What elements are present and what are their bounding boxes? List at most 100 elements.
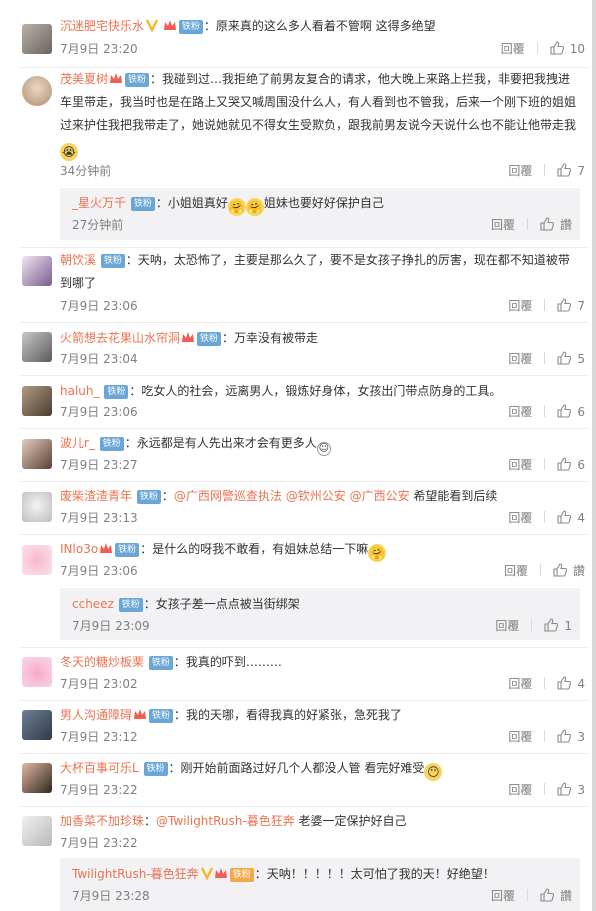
- like-button[interactable]: 3: [557, 780, 585, 800]
- comment-meta: 7月9日 23:02 回覆 4: [60, 674, 585, 694]
- reply-button[interactable]: 回覆: [504, 561, 528, 581]
- comment-text: ：原来真的这么多人看着不管啊 这得多绝望: [203, 19, 436, 33]
- comment-meta: 7月9日 23:06 回覆 7: [60, 296, 585, 316]
- crown-icon: [181, 327, 195, 342]
- like-button[interactable]: 1: [544, 616, 572, 636]
- comment-meta: 7月9日 23:22: [60, 833, 585, 853]
- username[interactable]: 茂美夏树: [60, 72, 108, 86]
- like-button[interactable]: 5: [557, 349, 585, 369]
- timestamp: 7月9日 23:13: [60, 511, 138, 525]
- thumbs-up-icon: [557, 676, 572, 690]
- comment-text: ：我真的吓到………: [173, 655, 282, 669]
- reply-button[interactable]: 回覆: [491, 215, 515, 235]
- timestamp: 7月9日 23:22: [60, 836, 138, 850]
- fan-badge: 铁粉: [149, 709, 174, 723]
- reply-button[interactable]: 回覆: [508, 296, 532, 316]
- like-button[interactable]: 讚: [553, 561, 585, 581]
- fan-badge: 铁粉: [197, 332, 222, 346]
- thumbs-up-icon: [557, 351, 572, 365]
- username[interactable]: 火箭想去花果山水帘洞: [60, 331, 180, 345]
- avatar[interactable]: [22, 763, 52, 793]
- avatar[interactable]: [22, 545, 52, 575]
- username[interactable]: INlo3o: [60, 542, 98, 556]
- reply-button[interactable]: 回覆: [508, 674, 532, 694]
- avatar[interactable]: [22, 332, 52, 362]
- fan-badge: 铁粉: [118, 598, 143, 612]
- comment-text: ：是什么的呀我不敢看，有姐妹总结一下嘛: [140, 542, 369, 556]
- avatar[interactable]: [22, 492, 52, 522]
- username[interactable]: 沉迷肥宅快乐水: [60, 19, 144, 33]
- like-button[interactable]: 10: [550, 39, 585, 59]
- fan-badge: 铁粉: [100, 254, 125, 268]
- timestamp: 7月9日 23:02: [60, 677, 138, 691]
- reply-button[interactable]: 回覆: [508, 349, 532, 369]
- like-button[interactable]: 讚: [540, 886, 572, 906]
- comment-meta: 7月9日 23:06 回覆 6: [60, 402, 585, 422]
- avatar[interactable]: [22, 386, 52, 416]
- timestamp: 7月9日 23:04: [60, 352, 138, 366]
- crown-icon: [163, 15, 177, 30]
- like-button[interactable]: 6: [557, 455, 585, 475]
- reply-username[interactable]: _星火万千: [72, 196, 126, 210]
- avatar[interactable]: [22, 24, 52, 54]
- reply-button[interactable]: 回覆: [508, 727, 532, 747]
- comment-meta: 7月9日 23:20 回覆 10: [60, 39, 585, 59]
- avatar[interactable]: [22, 816, 52, 846]
- comment-meta: 7月9日 23:13 回覆 4: [60, 508, 585, 528]
- username[interactable]: 朝饮溪: [60, 253, 96, 267]
- reply-button[interactable]: 回覆: [495, 616, 519, 636]
- hug-emoji-icon: 🤗: [227, 198, 246, 216]
- like-button[interactable]: 3: [557, 727, 585, 747]
- reply-button[interactable]: 回覆: [491, 886, 515, 906]
- username[interactable]: 男人沟通障碍: [60, 708, 132, 722]
- comment-text: ：万幸没有被带走: [222, 331, 319, 345]
- mention-link[interactable]: @钦州公安: [286, 489, 346, 503]
- timestamp: 34分钟前: [60, 164, 112, 178]
- like-button[interactable]: 4: [557, 674, 585, 694]
- fan-badge: 铁粉: [130, 197, 155, 211]
- avatar[interactable]: [22, 710, 52, 740]
- timestamp: 27分钟前: [72, 218, 124, 232]
- like-button[interactable]: 7: [557, 161, 585, 181]
- thumbs-up-icon: [557, 298, 572, 312]
- thumbs-up-icon: [557, 729, 572, 743]
- avatar[interactable]: [22, 256, 52, 286]
- like-button[interactable]: 6: [557, 402, 585, 422]
- avatar[interactable]: [22, 439, 52, 469]
- reply-button[interactable]: 回覆: [508, 161, 532, 181]
- hug-emoji-icon: 🤗: [245, 198, 264, 216]
- thumbs-up-icon: [553, 563, 567, 577]
- like-button[interactable]: 7: [557, 296, 585, 316]
- reply-button[interactable]: 回覆: [508, 455, 532, 475]
- avatar[interactable]: [22, 657, 52, 687]
- comment-meta: 7月9日 23:22 回覆 3: [60, 780, 585, 800]
- mention-link[interactable]: @广西网警巡查执法: [174, 489, 282, 503]
- username[interactable]: 冬天的糖炒板栗: [60, 655, 144, 669]
- reply-text: ：女孩子差一点点被当街绑架: [143, 597, 300, 611]
- mention-link[interactable]: @广西公安: [350, 489, 410, 503]
- reply-button[interactable]: 回覆: [501, 39, 525, 59]
- reply-meta: 27分钟前 回覆 讚: [72, 215, 572, 235]
- username[interactable]: 波儿r_: [60, 436, 95, 450]
- thumbs-up-icon: [557, 782, 572, 796]
- reply-button[interactable]: 回覆: [508, 508, 532, 528]
- reply-button[interactable]: 回覆: [508, 402, 532, 422]
- sad-emoji-icon: 😶: [424, 763, 443, 781]
- fan-badge: 铁粉: [148, 656, 173, 670]
- comment-text: ：吃女人的社会，远离男人，锻炼好身体，女孩出门带点防身的工具。: [129, 384, 502, 398]
- timestamp: 7月9日 23:06: [60, 564, 138, 578]
- username[interactable]: 废柴渣渣青年: [60, 489, 132, 503]
- username[interactable]: 加香菜不加珍珠: [60, 814, 144, 828]
- mention-link[interactable]: @TwilightRush-暮色狂奔: [156, 814, 295, 828]
- username[interactable]: 大杯百事可乐L: [60, 761, 139, 775]
- avatar[interactable]: [22, 76, 52, 106]
- like-button[interactable]: 讚: [540, 215, 572, 235]
- reply-username[interactable]: TwilightRush-暮色狂奔: [72, 867, 199, 881]
- thumbs-up-icon: [540, 888, 554, 902]
- like-button[interactable]: 4: [557, 508, 585, 528]
- comment-text: ：我的天哪，看得我真的好紧张，急死我了: [174, 708, 403, 722]
- reply-username[interactable]: ccheez: [72, 597, 114, 611]
- timestamp: 7月9日 23:27: [60, 458, 138, 472]
- username[interactable]: haluh_: [60, 384, 100, 398]
- reply-button[interactable]: 回覆: [508, 780, 532, 800]
